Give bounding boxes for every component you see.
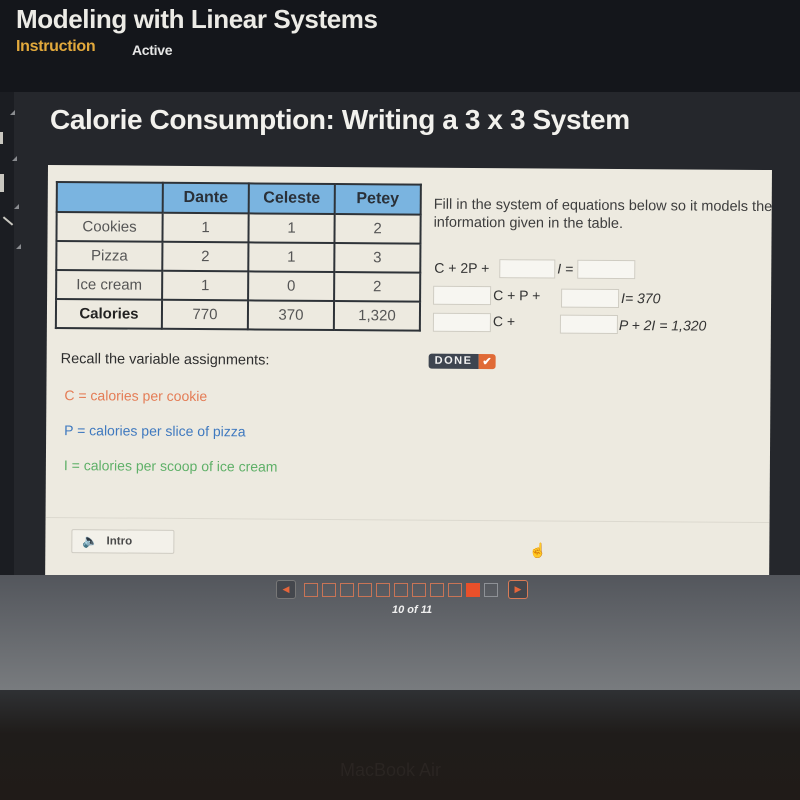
table-row: Pizza 2 1 3 [56, 241, 421, 273]
page-indicator-5[interactable] [376, 582, 390, 597]
recall-heading: Recall the variable assignments: [60, 351, 270, 369]
table-cell: 1 [248, 213, 335, 244]
variable-c: C = calories per cookie [64, 387, 208, 405]
page-indicator-11[interactable] [484, 582, 498, 597]
page-indicator-8[interactable] [430, 582, 444, 597]
sidebar-mark [0, 132, 3, 144]
page-indicator-2[interactable] [322, 582, 336, 597]
table-cell: 770 [161, 299, 249, 330]
lesson-title: Calorie Consumption: Writing a 3 x 3 Sys… [50, 104, 630, 135]
eq3-pizza-coefficient-input[interactable] [559, 314, 618, 334]
eq3-part1: C + [492, 313, 516, 330]
page-indicator-3[interactable] [340, 582, 354, 597]
sidebar [0, 92, 22, 292]
table-header-petey: Petey [334, 184, 421, 215]
sidebar-corner-icon [12, 156, 17, 161]
done-label: DONE [428, 353, 479, 370]
triangle-right-icon: ▶ [514, 584, 522, 594]
table-cell: 1 [248, 242, 335, 273]
laptop-bezel [0, 690, 800, 800]
eq2-ice-cream-coefficient-input[interactable] [561, 288, 620, 308]
checkmark-icon: ✔ [478, 354, 496, 370]
page-count: 10 of 11 [392, 604, 433, 616]
page-indicator-4[interactable] [358, 582, 372, 597]
triangle-left-icon: ◀ [282, 584, 290, 594]
page-indicator-1[interactable] [304, 582, 318, 597]
laptop-label: MacBook Air [340, 760, 442, 780]
row-label: Calories [55, 299, 163, 329]
table-header-row: Dante Celeste Petey [56, 182, 421, 215]
eq3-right-text: P + 2I = 1,320 [618, 316, 707, 334]
table-cell: 1 [162, 270, 249, 301]
row-label: Cookies [56, 212, 163, 242]
table-header-corner [56, 182, 163, 213]
intro-label: Intro [106, 535, 133, 548]
eq1-total-input[interactable] [577, 259, 636, 280]
instructions-text: Fill in the system of equations below so… [433, 196, 773, 233]
eq2-right-text: I= 370 [621, 290, 661, 307]
sidebar-corner-icon [10, 110, 15, 115]
pager: ◀ ▶ [276, 580, 528, 599]
page-indicator-6[interactable] [394, 582, 408, 597]
content-panel: Dante Celeste Petey Cookies 1 1 2 Pizza … [45, 165, 772, 581]
table-cell: 370 [247, 300, 335, 330]
eq1-ice-cream-coefficient-input[interactable] [499, 259, 556, 279]
row-label: Ice cream [56, 270, 163, 300]
done-button[interactable]: DONE ✔ [428, 353, 496, 370]
eq1-part1: C + 2P + [434, 259, 490, 277]
table-cell: 2 [162, 241, 249, 272]
app-header: Modeling with Linear Systems Instruction… [0, 0, 800, 92]
variable-p: P = calories per slice of pizza [64, 422, 246, 440]
variable-i: I = calories per scoop of ice cream [63, 457, 278, 475]
eq2-part1: C + P + [493, 287, 541, 304]
eq3-cookie-coefficient-input[interactable] [432, 312, 491, 333]
page-indicator-7[interactable] [412, 582, 426, 597]
table-cell: 3 [334, 243, 421, 273]
intro-button[interactable]: 🔈 Intro [71, 529, 175, 554]
eq1-right-text: I = [557, 260, 574, 277]
page-indicator-10-current[interactable] [466, 582, 480, 597]
sidebar-mark [2, 216, 14, 226]
table-row-calories: Calories 770 370 1,320 [55, 299, 421, 331]
sidebar-mark [0, 174, 4, 192]
row-label: Pizza [56, 241, 163, 271]
sidebar-corner-icon [14, 204, 19, 209]
tab-active[interactable]: Active [132, 42, 173, 58]
table-cell: 1 [162, 212, 249, 243]
app-title: Modeling with Linear Systems [16, 4, 378, 34]
calorie-table: Dante Celeste Petey Cookies 1 1 2 Pizza … [55, 181, 422, 332]
eq3-middle-text: C + [493, 313, 515, 329]
table-cell: 2 [334, 272, 421, 302]
table-row: Cookies 1 1 2 [56, 212, 421, 244]
speaker-icon: 🔈 [82, 533, 99, 549]
next-page-button[interactable]: ▶ [508, 580, 528, 599]
divider [45, 516, 770, 524]
table-cell: 0 [248, 271, 335, 302]
previous-page-button[interactable]: ◀ [276, 580, 296, 599]
table-row: Ice cream 1 0 2 [56, 270, 421, 302]
eq2-middle-text: C + P + [493, 287, 540, 303]
table-cell: 1,320 [333, 301, 421, 331]
table-header-celeste: Celeste [248, 183, 335, 215]
table-cell: 2 [334, 214, 421, 244]
table-header-dante: Dante [162, 182, 249, 214]
eq1-left-text: C + 2P + [434, 260, 489, 276]
sidebar-corner-icon [16, 244, 21, 249]
page-indicator-9[interactable] [448, 582, 462, 597]
eq2-cookie-coefficient-input[interactable] [433, 285, 492, 306]
tab-instruction[interactable]: Instruction [16, 38, 96, 56]
hand-cursor-icon: ☝ [529, 542, 547, 559]
